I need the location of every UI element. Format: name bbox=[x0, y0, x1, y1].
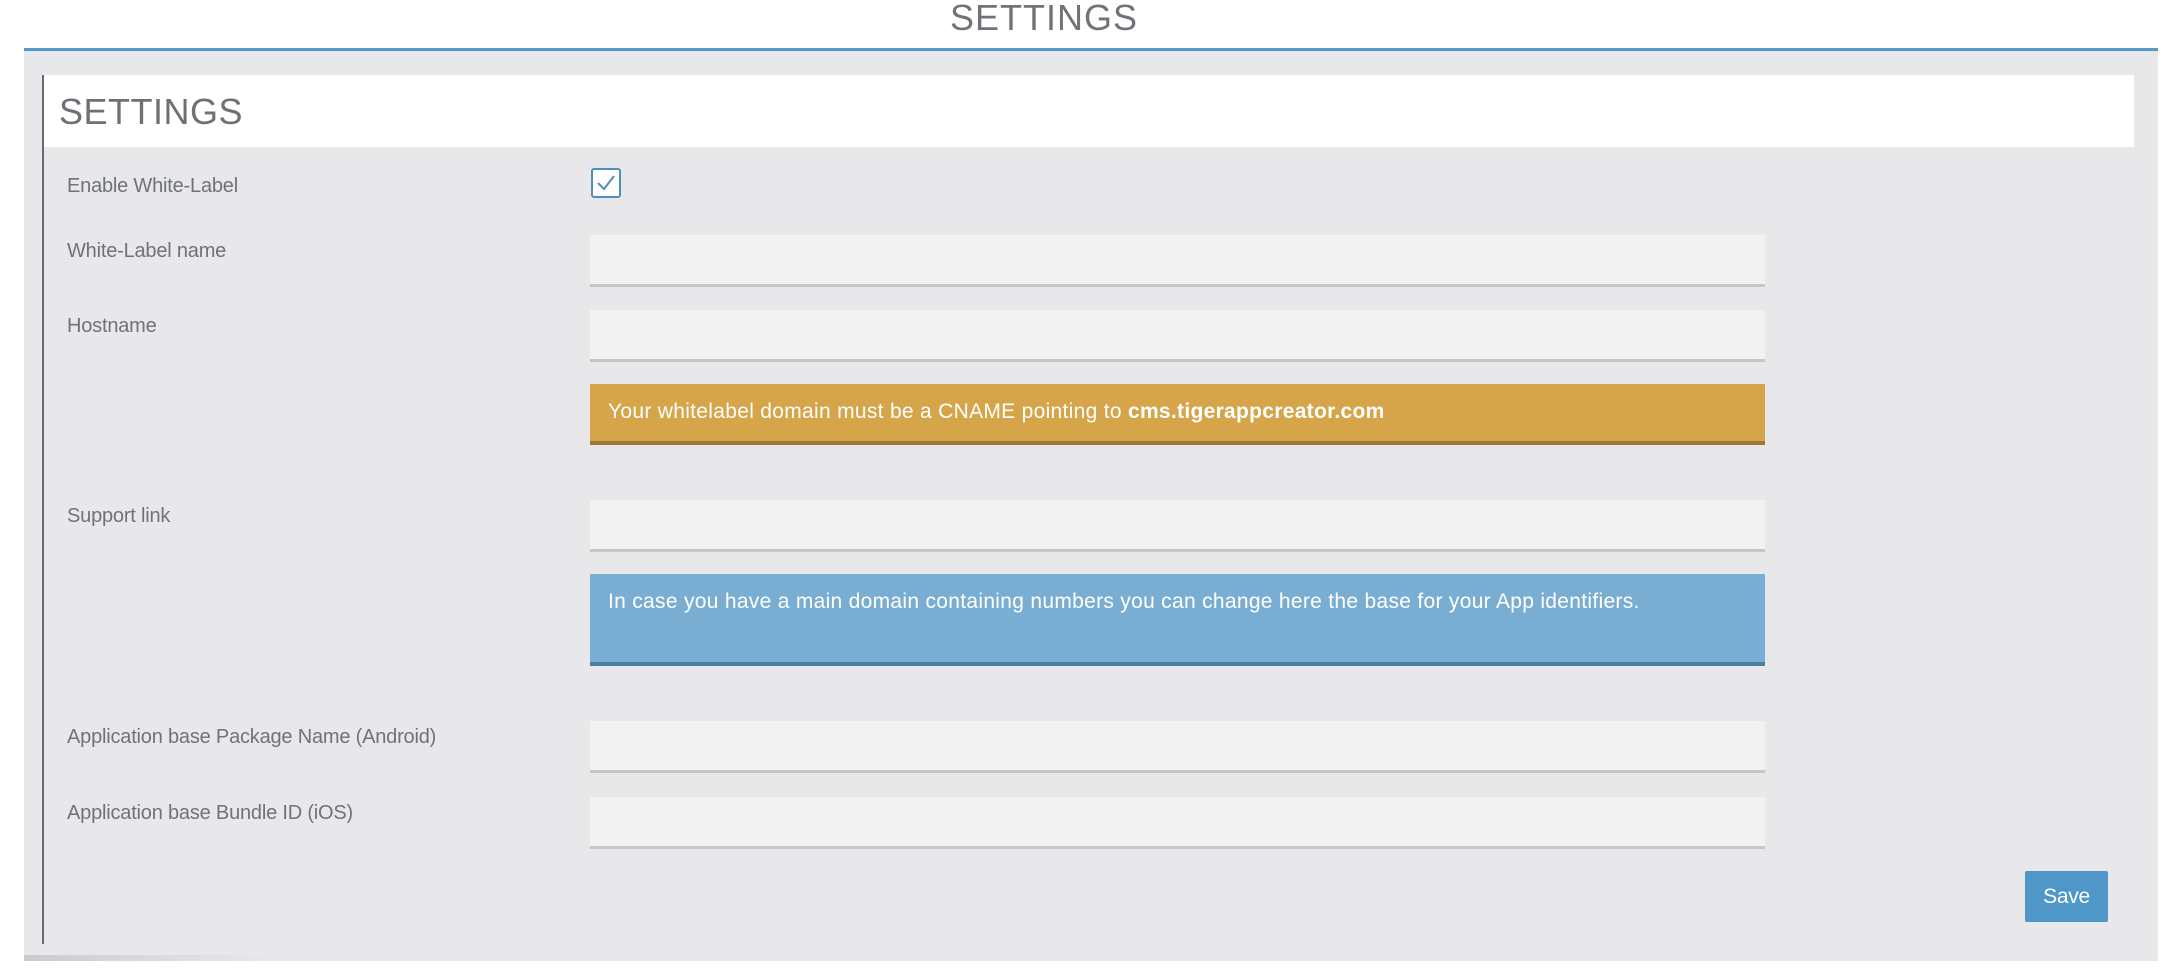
ios-bundle-input[interactable] bbox=[590, 797, 1765, 849]
page-title: SETTINGS bbox=[949, 0, 1139, 38]
white-label-name-input[interactable] bbox=[590, 235, 1765, 287]
cname-warning-text: Your whitelabel domain must be a CNAME p… bbox=[608, 400, 1128, 423]
android-package-input[interactable] bbox=[590, 721, 1765, 773]
cname-domain: cms.tigerappcreator.com bbox=[1127, 400, 1385, 423]
hostname-input[interactable] bbox=[590, 310, 1765, 362]
panel-title: SETTINGS bbox=[59, 91, 244, 132]
hostname-label: Hostname bbox=[67, 315, 157, 337]
android-package-label: Application base Package Name (Android) bbox=[67, 726, 437, 748]
page-header: SETTINGS bbox=[0, 0, 2178, 50]
settings-panel: SETTINGS Enable White-Label White-Label … bbox=[24, 51, 2158, 961]
check-icon bbox=[597, 175, 615, 191]
ios-bundle-label: Application base Bundle ID (iOS) bbox=[67, 802, 353, 824]
identifier-info-text: In case you have a main domain containin… bbox=[608, 590, 1640, 613]
identifier-info-alert: In case you have a main domain containin… bbox=[590, 574, 1765, 666]
save-button[interactable]: Save bbox=[2025, 871, 2108, 922]
support-link-label: Support link bbox=[67, 505, 171, 527]
panel-left-border bbox=[42, 75, 44, 944]
enable-white-label-checkbox[interactable] bbox=[591, 168, 621, 198]
panel-heading: SETTINGS bbox=[44, 75, 2134, 147]
cname-warning-alert: Your whitelabel domain must be a CNAME p… bbox=[590, 384, 1765, 445]
enable-white-label-label: Enable White-Label bbox=[67, 175, 238, 197]
scroll-shadow bbox=[24, 955, 274, 961]
support-link-input[interactable] bbox=[590, 500, 1765, 552]
white-label-name-label: White-Label name bbox=[67, 240, 227, 262]
